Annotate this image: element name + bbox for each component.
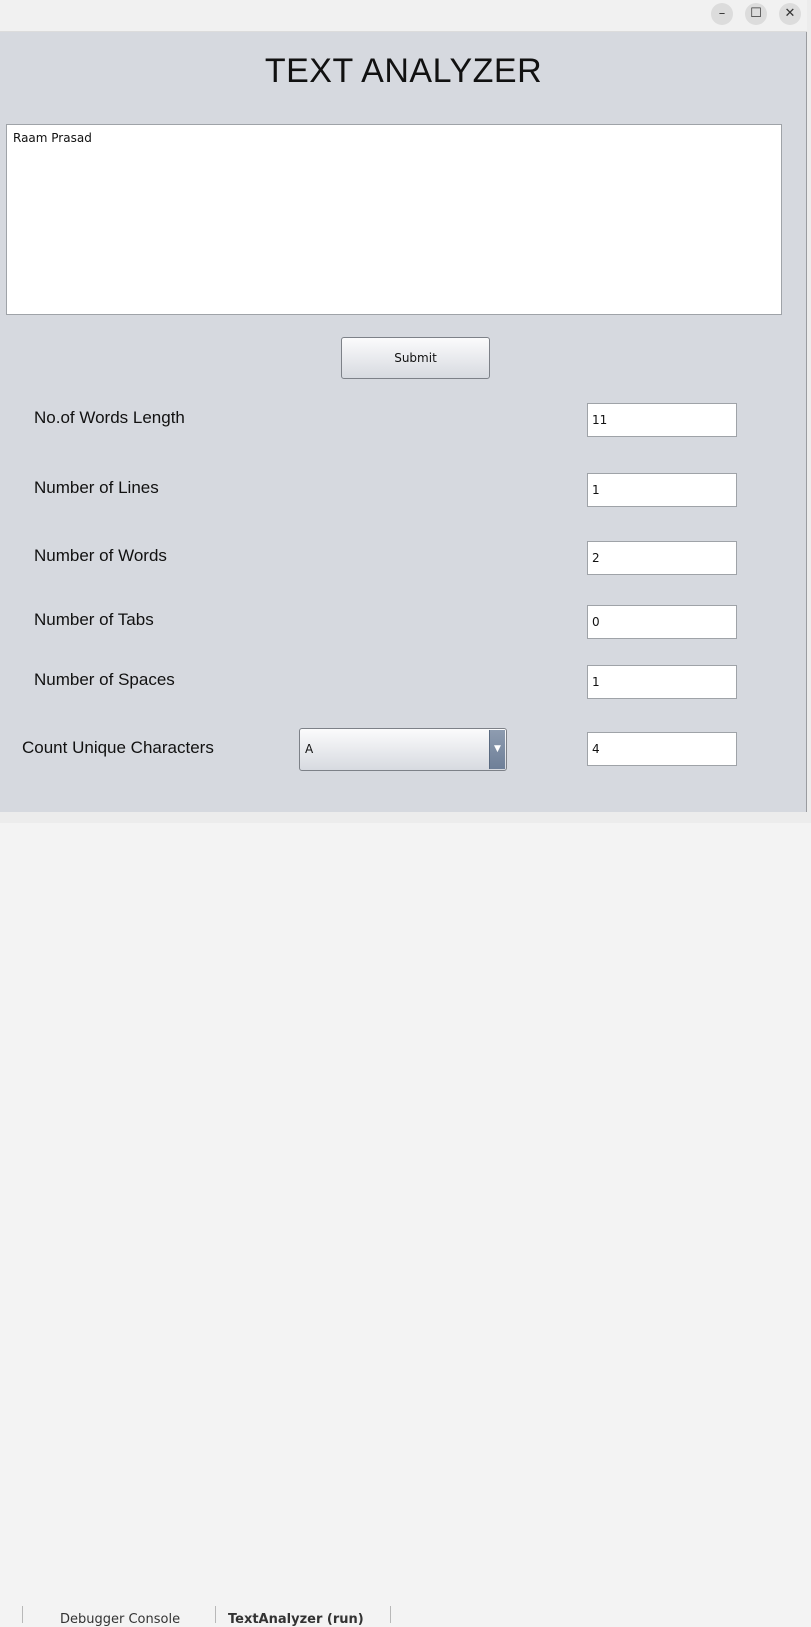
text-analyzer-window: – ☐ ✕ TEXT ANALYZER Raam Prasad Submit N…: [0, 0, 807, 812]
app-title: TEXT ANALYZER: [264, 52, 543, 90]
close-button[interactable]: ✕: [779, 3, 801, 25]
character-select[interactable]: A ▼: [299, 728, 507, 771]
submit-button[interactable]: Submit: [341, 337, 490, 379]
stat-field-word-length[interactable]: [587, 403, 737, 437]
minimize-button[interactable]: –: [711, 3, 733, 25]
unique-chars-label: Count Unique Characters: [22, 738, 214, 757]
character-select-value: A: [305, 742, 314, 756]
chevron-down-icon[interactable]: ▼: [489, 730, 505, 769]
stat-field-words[interactable]: [587, 541, 737, 575]
ide-tab-separator: [390, 1606, 391, 1623]
maximize-button[interactable]: ☐: [745, 3, 767, 25]
stat-field-tabs[interactable]: [587, 605, 737, 639]
ide-tab-separator: [22, 1606, 23, 1623]
unique-chars-count-field[interactable]: [587, 732, 737, 766]
stat-label-spaces: Number of Spaces: [34, 670, 175, 689]
stat-label-tabs: Number of Tabs: [34, 610, 154, 629]
ide-tab-separator: [215, 1606, 216, 1623]
stat-label-word-length: No.of Words Length: [34, 408, 185, 427]
stat-field-lines[interactable]: [587, 473, 737, 507]
stat-label-lines: Number of Lines: [34, 478, 159, 497]
window-titlebar[interactable]: – ☐ ✕: [0, 0, 807, 32]
ide-tab-run[interactable]: TextAnalyzer (run): [228, 1612, 364, 1627]
text-input-area[interactable]: Raam Prasad: [6, 124, 782, 315]
ide-background-right: [807, 0, 811, 823]
stat-field-spaces[interactable]: [587, 665, 737, 699]
stat-label-words: Number of Words: [34, 546, 167, 565]
ide-tab-debugger-console[interactable]: Debugger Console: [60, 1612, 180, 1627]
